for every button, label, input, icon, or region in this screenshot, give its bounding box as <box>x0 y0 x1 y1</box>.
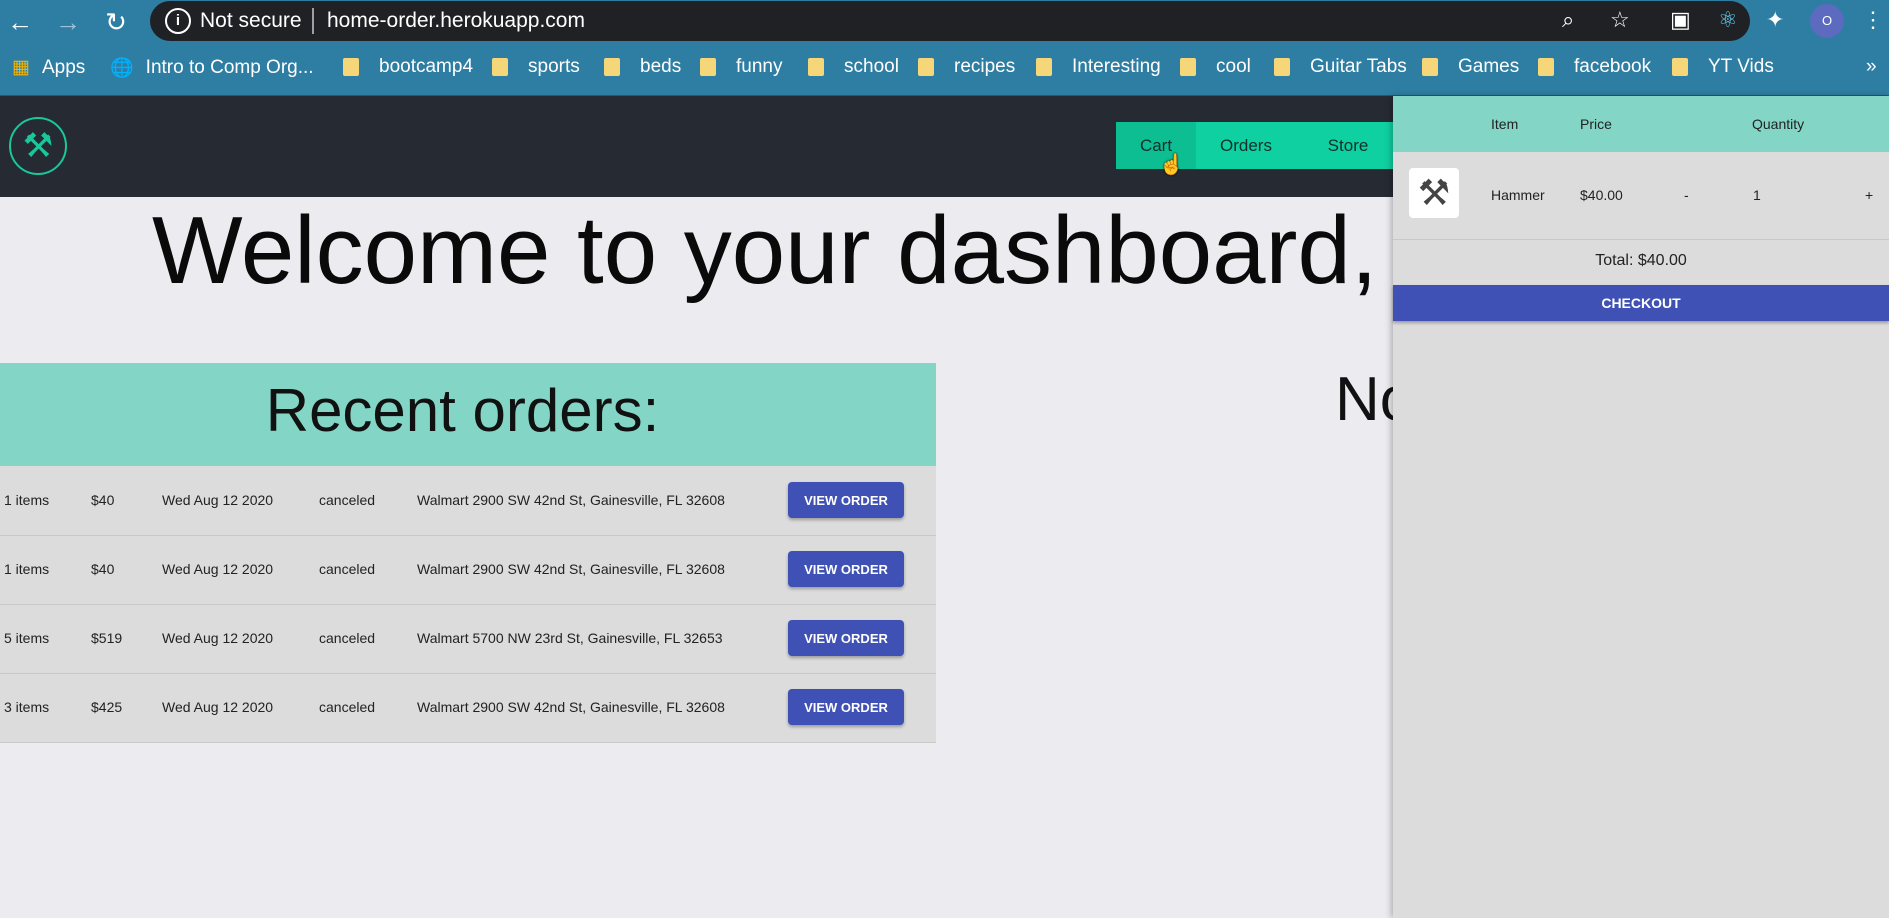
hand-cursor-icon: ☝ <box>1159 154 1184 176</box>
bookmark-beds[interactable]: beds <box>604 56 681 78</box>
folder-icon <box>808 58 824 76</box>
view-order-button[interactable]: VIEW ORDER <box>788 551 904 587</box>
nav-store[interactable]: Store <box>1296 122 1400 169</box>
bookmark-interesting[interactable]: Interesting <box>1036 56 1161 78</box>
folder-icon <box>604 58 620 76</box>
bookmark-recipes[interactable]: recipes <box>918 56 1015 78</box>
folder-icon <box>1538 58 1554 76</box>
order-date: Wed Aug 12 2020 <box>162 630 274 646</box>
order-address: Walmart 5700 NW 23rd St, Gainesville, FL… <box>417 630 723 646</box>
bookmark-guitar-tabs[interactable]: Guitar Tabs <box>1274 56 1407 78</box>
cart-item-quantity: 1 <box>1753 187 1761 203</box>
react-devtools-icon[interactable]: ⚛ <box>1718 7 1738 33</box>
folder-icon <box>1672 58 1688 76</box>
cart-item-price: $40.00 <box>1580 187 1623 203</box>
order-status: canceled <box>319 492 376 508</box>
hammer-product-icon: ⚒ <box>1409 168 1459 218</box>
url-text[interactable]: home-order.herokuapp.com <box>327 9 585 33</box>
bookmark-bootcamp4[interactable]: bootcamp4 <box>343 56 473 78</box>
cart-column-price: Price <box>1580 116 1612 132</box>
order-address: Walmart 2900 SW 42nd St, Gainesville, FL… <box>417 492 725 508</box>
order-price: $40 <box>91 492 115 508</box>
folder-icon <box>1036 58 1052 76</box>
globe-icon: 🌐 <box>110 58 134 79</box>
forward-icon[interactable]: → <box>48 4 88 40</box>
folder-icon <box>918 58 934 76</box>
url-divider <box>312 8 314 34</box>
zoom-icon[interactable]: ⌕ <box>1562 7 1574 33</box>
bookmark-facebook[interactable]: facebook <box>1538 56 1651 78</box>
order-date: Wed Aug 12 2020 <box>162 699 274 715</box>
folder-icon <box>343 58 359 76</box>
extensions-icon[interactable]: ✦ <box>1766 7 1784 33</box>
order-item-count: 3 items <box>4 699 50 715</box>
bookmark-games[interactable]: Games <box>1422 56 1519 78</box>
cast-icon[interactable]: ▣ <box>1670 7 1691 33</box>
bookmark-star-icon[interactable]: ☆ <box>1610 7 1630 33</box>
cart-column-quantity: Quantity <box>1752 116 1805 132</box>
bookmark-intro-to-comp-org[interactable]: 🌐 Intro to Comp Org... <box>110 56 314 80</box>
security-label: Not secure <box>200 9 302 32</box>
nav-orders[interactable]: Orders <box>1196 122 1296 169</box>
view-order-button[interactable]: VIEW ORDER <box>788 620 904 656</box>
folder-icon <box>1274 58 1290 76</box>
menu-icon[interactable]: ⋮ <box>1862 7 1884 33</box>
order-row: 5 items $519 Wed Aug 12 2020 canceled Wa… <box>0 605 936 674</box>
order-item-count: 1 items <box>4 492 50 508</box>
bookmark-apps[interactable]: ▦ Apps <box>12 56 85 79</box>
nav-cart[interactable]: Cart <box>1116 122 1196 169</box>
back-icon[interactable]: ← <box>0 4 40 40</box>
welcome-heading: Welcome to your dashboard, cu <box>152 197 1506 304</box>
order-price: $519 <box>91 630 123 646</box>
order-date: Wed Aug 12 2020 <box>162 561 274 577</box>
site-info-icon[interactable]: i <box>165 8 191 34</box>
bookmark-yt-vids[interactable]: YT Vids <box>1672 56 1774 78</box>
apps-grid-icon: ▦ <box>12 57 30 78</box>
order-row: 1 items $40 Wed Aug 12 2020 canceled Wal… <box>0 536 936 605</box>
bookmark-sports[interactable]: sports <box>492 56 580 78</box>
view-order-button[interactable]: VIEW ORDER <box>788 689 904 725</box>
checkout-button[interactable]: CHECKOUT <box>1393 285 1889 321</box>
order-price: $40 <box>91 561 115 577</box>
bookmark-school[interactable]: school <box>808 56 899 78</box>
order-row: 1 items $40 Wed Aug 12 2020 canceled Wal… <box>0 467 936 536</box>
cart-column-item: Item <box>1491 116 1519 132</box>
reload-icon[interactable]: ↻ <box>96 4 136 40</box>
cart-total: Total: $40.00 <box>1595 252 1687 269</box>
order-address: Walmart 2900 SW 42nd St, Gainesville, FL… <box>417 699 725 715</box>
order-status: canceled <box>319 561 376 577</box>
order-status: canceled <box>319 699 376 715</box>
order-date: Wed Aug 12 2020 <box>162 492 274 508</box>
view-order-button[interactable]: VIEW ORDER <box>788 482 904 518</box>
decrement-quantity-button[interactable]: - <box>1684 187 1689 203</box>
order-item-count: 1 items <box>4 561 50 577</box>
hammer-logo-icon[interactable]: ⚒ <box>9 117 67 175</box>
order-price: $425 <box>91 699 123 715</box>
more-bookmarks-icon[interactable]: » <box>1866 56 1877 78</box>
folder-icon <box>700 58 716 76</box>
increment-quantity-button[interactable]: + <box>1865 187 1873 203</box>
order-status: canceled <box>319 630 376 646</box>
bookmark-funny[interactable]: funny <box>700 56 782 78</box>
order-row: 3 items $425 Wed Aug 12 2020 canceled Wa… <box>0 674 936 743</box>
profile-avatar[interactable]: O <box>1810 4 1844 38</box>
folder-icon <box>492 58 508 76</box>
cart-item-row: ⚒ Hammer $40.00 - 1 + <box>1393 153 1889 240</box>
order-address: Walmart 2900 SW 42nd St, Gainesville, FL… <box>417 561 725 577</box>
order-item-count: 5 items <box>4 630 50 646</box>
folder-icon <box>1422 58 1438 76</box>
recent-orders-title: Recent orders: <box>265 377 660 444</box>
folder-icon <box>1180 58 1196 76</box>
bookmark-cool[interactable]: cool <box>1180 56 1251 78</box>
cart-item-name: Hammer <box>1491 187 1545 203</box>
cart-header: Item Price Quantity <box>1393 96 1889 152</box>
